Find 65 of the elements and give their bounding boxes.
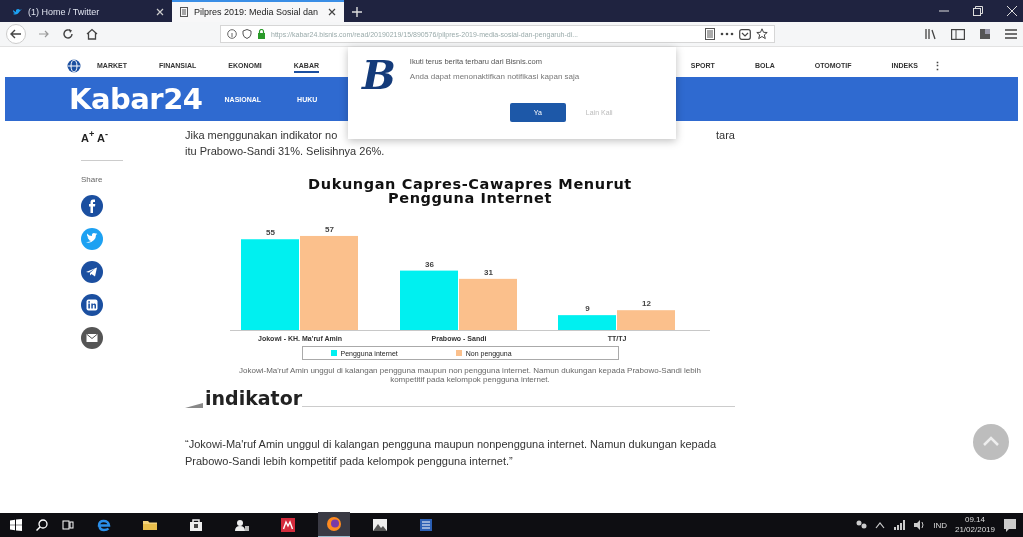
article-text: itu Prabowo-Sandi 31%. Selisihnya 26%.	[185, 145, 386, 157]
article-quote: “Jokowi-Ma'ruf Amin unggul di kalangan pengguna maupun nonpengguna internet. Namun dukungan kepada Prabowo-Sandi lebih kompetitif pada kelompok pengguna internet.”	[185, 437, 718, 469]
sidebar-icon[interactable]	[951, 28, 965, 40]
telegram-share-icon[interactable]	[81, 260, 103, 283]
home-icon[interactable]	[86, 28, 98, 40]
more-menu[interactable]: ⋮	[932, 59, 943, 73]
chevron-up-icon[interactable]	[875, 521, 886, 529]
back-icon[interactable]	[6, 24, 26, 44]
tab-title: Pilpres 2019: Media Sosial dan	[194, 7, 320, 17]
task-view-icon[interactable]	[62, 519, 74, 531]
windows-icon[interactable]	[10, 519, 22, 531]
reader-icon[interactable]	[705, 28, 715, 40]
value-label: 57	[325, 224, 334, 234]
network-icon[interactable]	[893, 519, 906, 531]
facebook-share-icon[interactable]	[81, 194, 103, 217]
site-logo[interactable]: Kabar24	[69, 82, 203, 116]
popup-logo: B	[362, 53, 396, 100]
bird-icon	[12, 7, 22, 17]
reload-icon[interactable]	[62, 28, 74, 40]
lock-icon	[257, 29, 266, 39]
clock-time[interactable]: 09.14	[964, 515, 985, 525]
pocket-icon[interactable]	[739, 28, 751, 40]
browser-tab[interactable]: (1) Home / Twitter	[4, 2, 172, 22]
star-icon[interactable]	[756, 28, 768, 40]
people-tray-icon[interactable]	[855, 519, 868, 531]
value-label: 55	[266, 228, 275, 238]
twitter-share-icon[interactable]	[81, 227, 103, 250]
extension-icon[interactable]	[979, 28, 991, 40]
article-text: tara	[716, 129, 735, 141]
font-size-control[interactable]: A$^{+}$ A$^{-}$	[81, 129, 108, 144]
email-share-icon[interactable]	[81, 326, 103, 349]
linkedin-share-icon[interactable]	[81, 293, 103, 316]
speaker-icon[interactable]	[913, 519, 926, 531]
more-icon[interactable]	[720, 32, 734, 36]
bar	[617, 310, 675, 330]
plus-icon[interactable]	[352, 7, 362, 17]
chart-caption: Jokowi-Ma'ruf Amin unggul di kalangan pengguna maupun non pengguna internet. Namun dukungan kepada Prabowo-Sandi lebih kompetitif pada kelompok pengguna internet.	[238, 366, 702, 384]
library-icon[interactable]	[925, 28, 937, 40]
bar	[400, 270, 458, 330]
chart-title: Dukungan Capres-Cawapres Menurut Pengguna Internet	[307, 177, 633, 205]
value-label: 12	[642, 299, 651, 309]
info-icon	[227, 29, 237, 39]
source-logo: indikator	[205, 389, 303, 408]
shield-icon	[242, 29, 252, 39]
article-text: Jika menggunakan indikator no	[185, 129, 338, 141]
share-label: Share	[81, 174, 103, 184]
popup-text: Anda dapat menonaktifkan notifikasi kapan saja	[409, 72, 581, 81]
tab-title: (1) Home / Twitter	[28, 7, 101, 17]
close-icon[interactable]	[328, 8, 336, 16]
value-label: 9	[585, 304, 590, 314]
browser-tab[interactable]: Pilpres 2019: Media Sosial dan	[172, 0, 344, 22]
page-icon	[180, 7, 188, 17]
restore-icon[interactable]	[973, 6, 983, 16]
value-label: 36	[425, 259, 434, 269]
clock-date[interactable]: 21/02/2019	[954, 525, 995, 535]
globe-icon[interactable]	[67, 59, 81, 73]
forward-icon[interactable]	[38, 28, 50, 40]
wedge-icon	[185, 400, 203, 408]
bar	[459, 278, 517, 330]
bar	[558, 315, 616, 330]
value-label: 31	[484, 267, 493, 277]
notification-icon[interactable]	[1003, 518, 1017, 532]
language-indicator[interactable]: IND	[933, 520, 947, 530]
search-icon[interactable]	[36, 519, 48, 531]
menu-icon[interactable]	[1005, 29, 1017, 39]
